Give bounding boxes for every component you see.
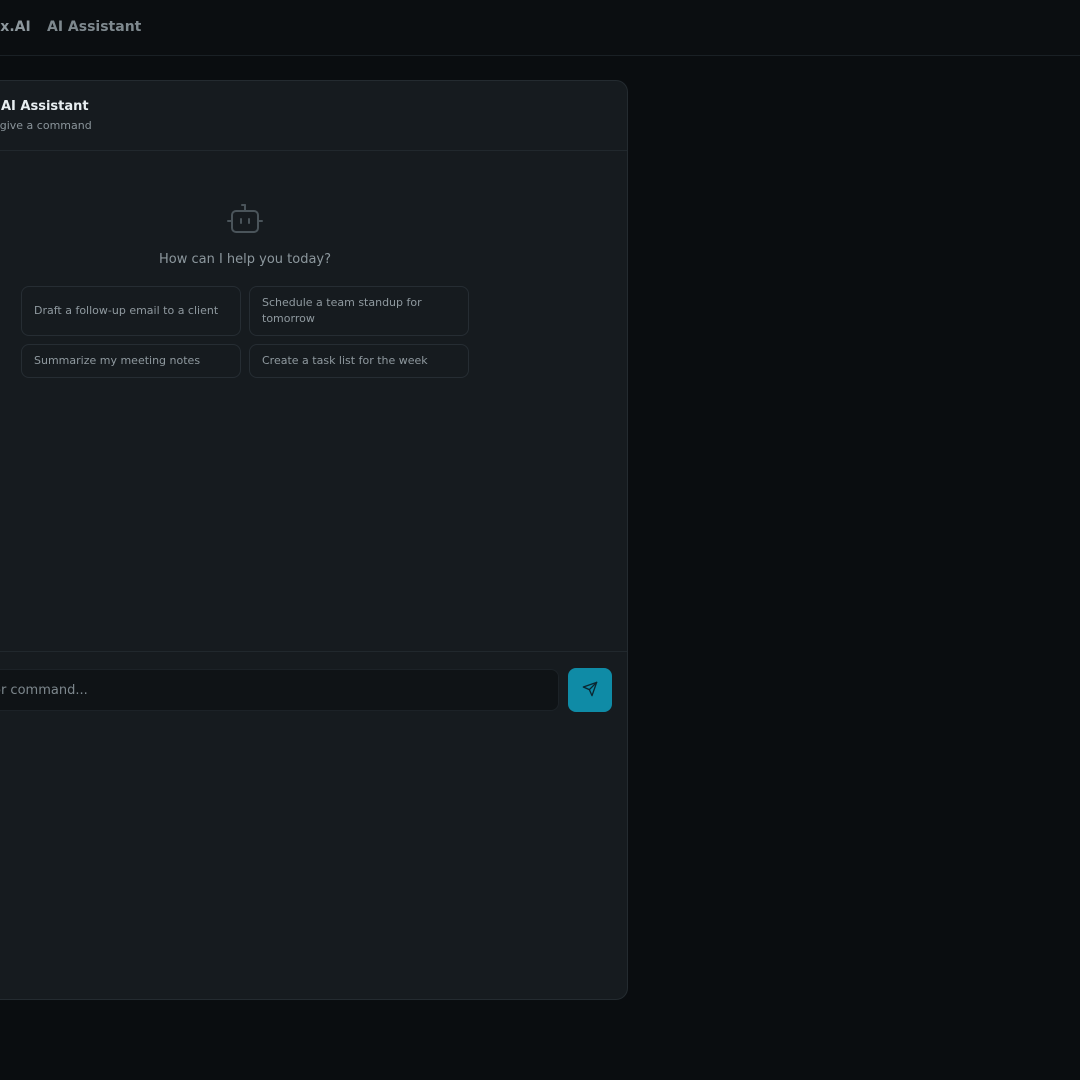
robot-icon	[226, 203, 264, 237]
send-icon	[582, 681, 598, 700]
panel-header: AI Assistant or give a command	[0, 81, 627, 151]
empty-state: How can I help you today? Draft a follow…	[0, 151, 627, 651]
suggestion-schedule-standup[interactable]: Schedule a team standup for tomorrow	[249, 286, 469, 336]
brand-logo[interactable]: lex.AI	[0, 19, 31, 35]
suggestion-label: Summarize my meeting notes	[34, 354, 201, 367]
suggestion-draft-email[interactable]: Draft a follow-up email to a client	[21, 286, 241, 336]
suggestion-label: Schedule a team standup for tomorrow	[262, 296, 422, 325]
message-composer	[0, 651, 627, 729]
suggestion-label: Draft a follow-up email to a client	[34, 304, 219, 317]
empty-prompt: How can I help you today?	[158, 252, 332, 267]
breadcrumb-ai-assistant[interactable]: AI Assistant	[47, 19, 141, 35]
suggestion-label: Create a task list for the week	[262, 354, 428, 367]
panel-title: AI Assistant	[1, 99, 89, 114]
suggestion-summarize-notes[interactable]: Summarize my meeting notes	[21, 344, 241, 378]
message-input[interactable]	[0, 669, 559, 711]
assistant-panel: AI Assistant or give a command How can I…	[0, 80, 628, 1000]
send-button[interactable]	[568, 668, 612, 712]
top-bar: lex.AI AI Assistant	[0, 0, 1080, 56]
suggestion-task-list[interactable]: Create a task list for the week	[249, 344, 469, 378]
panel-subtitle: or give a command	[0, 119, 92, 132]
